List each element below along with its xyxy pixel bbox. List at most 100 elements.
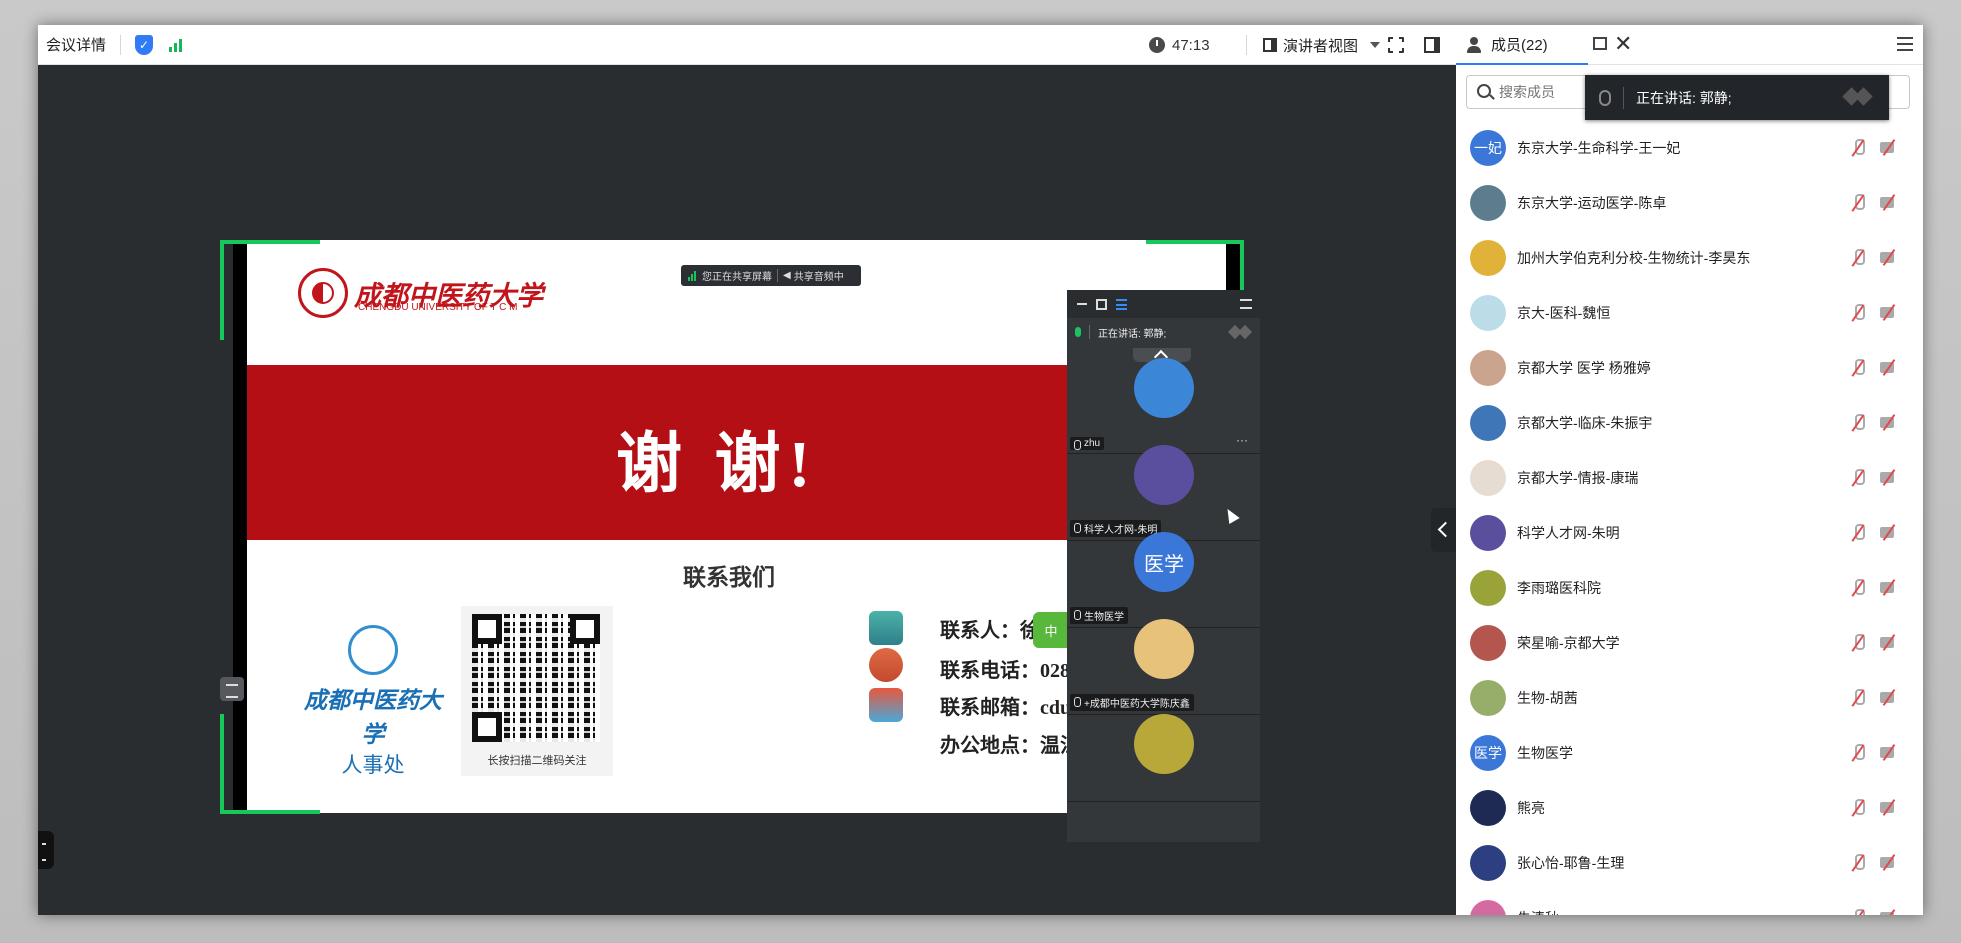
camera-off-icon[interactable] [1880,746,1900,759]
language-badge[interactable]: 中 [1033,612,1069,648]
camera-off-icon[interactable] [1880,856,1900,869]
hr-department-name: 人事处 [341,753,405,777]
mic-muted-icon[interactable] [1852,304,1865,322]
list-view-icon[interactable] [1116,298,1127,310]
member-row[interactable]: 一妃 东京大学-生命科学-王一妃 [1456,120,1923,175]
mic-muted-icon[interactable] [1852,194,1865,212]
member-row[interactable]: 朱清秋 [1456,890,1923,915]
mic-muted-icon[interactable] [1852,799,1865,817]
member-avatar [1470,624,1506,661]
more-options-icon[interactable]: ··· [1236,433,1248,447]
mic-muted-icon[interactable] [1852,854,1865,872]
camera-off-icon[interactable] [1880,196,1900,209]
mic-muted-icon[interactable] [1852,634,1865,652]
toolbar-right-actions [1387,25,1440,65]
member-row[interactable]: 京大-医科-魏恒 [1456,285,1923,340]
camera-off-icon[interactable] [1880,416,1900,429]
camera-off-icon[interactable] [1880,361,1900,374]
share-border-corner [1146,240,1244,244]
minimize-icon[interactable] [1077,303,1087,305]
members-tab-title[interactable]: 成员(22) [1491,34,1548,55]
search-icon [1477,84,1491,98]
clock-icon [1149,37,1165,53]
floating-video-panel: 正在讲话: 郭静; zhu 科学人才网-朱明 ··· 医学 生物医学 +成都中医药大学陈庆… [1067,290,1260,842]
window-icon[interactable] [1096,298,1107,310]
mic-muted-icon[interactable] [1852,909,1865,915]
member-row[interactable]: 医学 生物医学 [1456,725,1923,780]
video-tile-avatar [1134,358,1194,418]
member-avatar [1470,184,1506,221]
member-name: 科学人才网-朱明 [1517,524,1620,541]
member-list: 一妃 东京大学-生命科学-王一妃 东京大学-运动医学-陈卓加州大学伯克利分校-生物统… [1456,120,1923,915]
member-row[interactable]: 京都大学-临床-朱振宇 [1456,395,1923,450]
mic-muted-icon[interactable] [1852,469,1865,487]
hr-department-logo: 成都中医药大学 人事处 [293,625,453,779]
university-seal-icon [298,268,348,318]
sidebar-toggle-icon[interactable] [1424,37,1440,53]
menu-icon[interactable] [1897,37,1913,51]
member-avatar [1470,789,1506,826]
camera-off-icon[interactable] [1880,141,1900,154]
member-row[interactable]: 熊亮 [1456,780,1923,835]
camera-off-icon[interactable] [1880,251,1900,264]
left-drawer-handle[interactable] [38,831,54,869]
qr-caption: 长按扫描二维码关注 [487,755,587,767]
meeting-details-button[interactable]: 会议详情 [46,34,106,55]
mic-muted-icon[interactable] [1852,579,1865,597]
screen-frame: 会议详情 ✓ 47:13 演讲者视图 成员(22) ✕ 一妃东京大学-生命科学-… [0,0,1961,943]
video-tile-avatar [1134,619,1194,679]
share-status-text: 您正在共享屏幕 [702,272,772,283]
fullscreen-icon[interactable] [1387,36,1405,54]
popout-icon[interactable] [1593,37,1607,50]
member-row[interactable]: 科学人才网-朱明 [1456,505,1923,560]
member-row[interactable]: 李雨璐医科院 [1456,560,1923,615]
close-icon[interactable]: ✕ [1614,31,1632,57]
mic-muted-icon[interactable] [1852,744,1865,762]
camera-off-icon[interactable] [1880,581,1900,594]
qr-finder-pattern [472,712,502,742]
camera-off-icon[interactable] [1880,471,1900,484]
camera-off-icon[interactable] [1880,801,1900,814]
camera-off-icon[interactable] [1880,636,1900,649]
camera-off-icon[interactable] [1880,306,1900,319]
top-toolbar: 会议详情 ✓ [38,25,1456,65]
member-row[interactable]: 张心怡-耶鲁-生理 [1456,835,1923,890]
video-tile-avatar [1134,445,1194,505]
member-row[interactable]: 京都大学-情报-康瑞 [1456,450,1923,505]
speaking-text: 正在讲话: 郭静; [1636,89,1732,106]
hr-university-name: 成都中医药大学 [304,688,442,747]
share-border-corner [220,810,320,814]
member-name: 生物-胡茜 [1517,689,1578,706]
member-row[interactable]: 生物-胡茜 [1456,670,1923,725]
video-tile[interactable] [1067,694,1260,802]
member-row[interactable]: 加州大学伯克利分校-生物统计-李昊东 [1456,230,1923,285]
qr-code-card: 长按扫描二维码关注 [461,606,613,776]
member-row[interactable]: 东京大学-运动医学-陈卓 [1456,175,1923,230]
mic-muted-icon[interactable] [1852,249,1865,267]
collapse-panel-icon[interactable] [1240,299,1252,309]
view-mode-label: 演讲者视图 [1283,37,1359,55]
slide-letterbox-left [233,240,247,813]
mic-muted-icon[interactable] [1852,689,1865,707]
screen-share-status-bar[interactable]: 您正在共享屏幕 ◀ 共享音频中 [681,265,861,286]
security-shield-icon[interactable]: ✓ [135,34,154,55]
member-row[interactable]: 荣星喻-京都大学 [1456,615,1923,670]
member-name: 加州大学伯克利分校-生物统计-李昊东 [1517,249,1751,266]
mic-muted-icon[interactable] [1852,524,1865,542]
member-row[interactable]: 京都大学 医学 杨雅婷 [1456,340,1923,395]
toolbar-divider [1246,35,1247,55]
camera-off-icon[interactable] [1880,911,1900,915]
network-signal-icon[interactable] [169,37,183,52]
mic-muted-icon[interactable] [1852,139,1865,157]
camera-off-icon[interactable] [1880,526,1900,539]
notes-toggle-button[interactable] [220,677,244,701]
mic-muted-icon[interactable] [1852,359,1865,377]
video-panel-toolbar [1067,290,1260,318]
member-name: 京都大学-情报-康瑞 [1517,469,1639,486]
view-mode-selector[interactable]: 演讲者视图 [1246,25,1381,65]
collapse-sidebar-button[interactable] [1431,508,1456,552]
speaking-indicator: 正在讲话: 郭静; [1585,75,1889,120]
mic-muted-icon[interactable] [1852,414,1865,432]
qr-finder-pattern [570,614,600,644]
camera-off-icon[interactable] [1880,691,1900,704]
